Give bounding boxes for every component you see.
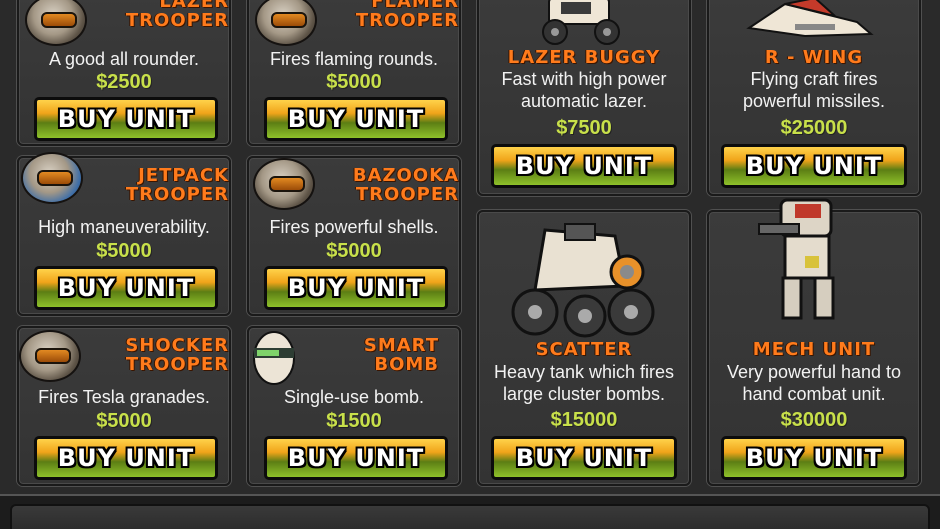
unit-price: $5000 — [326, 240, 382, 262]
unit-price: $30000 — [780, 409, 848, 431]
lazer-buggy-icon — [542, 0, 620, 45]
unit-title-line1: SHOCKER — [125, 335, 229, 356]
r-wing-icon — [746, 0, 874, 38]
unit-title: SMART BOMB — [319, 336, 439, 374]
unit-card-lazer-trooper: LAZER TROOPER A good all rounder. $2500 … — [17, 0, 231, 146]
unit-title-line1: BAZOOKA — [352, 165, 459, 186]
unit-title-line1: SMART — [363, 335, 439, 356]
unit-price: $5000 — [96, 240, 152, 262]
unit-description-line2: large cluster bombs. — [502, 384, 666, 404]
unit-card-shocker-trooper: SHOCKER TROOPER Fires Tesla granades. $5… — [17, 326, 231, 486]
unit-description-line1: Very powerful hand to — [726, 362, 902, 382]
unit-price: $7500 — [556, 117, 612, 139]
unit-description: Heavy tank which fires large cluster bom… — [479, 361, 689, 405]
buy-unit-button[interactable]: BUY UNIT — [491, 436, 677, 480]
buy-unit-button[interactable]: BUY UNIT — [721, 144, 907, 188]
unit-title: R - WING — [764, 47, 864, 68]
unit-title: MECH UNIT — [752, 339, 876, 360]
unit-card-bazooka-trooper: BAZOOKA TROOPER Fires powerful shells. $… — [247, 156, 461, 316]
unit-shop: LAZER TROOPER A good all rounder. $2500 … — [0, 0, 940, 529]
buy-unit-button[interactable]: BUY UNIT — [34, 97, 218, 141]
lazer-trooper-portrait — [25, 0, 87, 46]
unit-price: $15000 — [550, 409, 618, 431]
buy-unit-button[interactable]: BUY UNIT — [34, 436, 218, 480]
buy-unit-button[interactable]: BUY UNIT — [264, 436, 448, 480]
unit-title: SCATTER — [535, 339, 633, 360]
unit-title-line2: BOMB — [374, 354, 439, 375]
unit-description: A good all rounder. — [48, 49, 200, 69]
shocker-trooper-portrait — [19, 330, 81, 382]
unit-card-flamer-trooper: FLAMER TROOPER Fires flaming rounds. $50… — [247, 0, 461, 146]
unit-description: Fast with high power automatic lazer. — [479, 68, 689, 112]
unit-card-mech-unit: MECH UNIT Very powerful hand to hand com… — [707, 198, 921, 486]
unit-title: LAZER TROOPER — [89, 0, 229, 30]
unit-description-line1: Heavy tank which fires — [493, 362, 675, 382]
unit-description: High maneuverability. — [38, 217, 210, 237]
buy-unit-button[interactable]: BUY UNIT — [34, 266, 218, 310]
unit-title-line2: TROOPER — [125, 10, 229, 31]
unit-description: Single-use bomb. — [283, 387, 425, 407]
unit-title: JETPACK TROOPER — [89, 166, 229, 204]
unit-price: $25000 — [780, 117, 848, 139]
mech-unit-icon — [758, 198, 835, 320]
buy-unit-button[interactable]: BUY UNIT — [721, 436, 907, 480]
unit-card-r-wing: R - WING Flying craft fires powerful mis… — [707, 0, 921, 196]
jetpack-trooper-portrait — [21, 152, 83, 204]
smart-bomb-icon — [253, 331, 295, 385]
buy-unit-button[interactable]: BUY UNIT — [264, 266, 448, 310]
unit-description-line2: hand combat unit. — [742, 384, 886, 404]
unit-description-line2: powerful missiles. — [742, 91, 886, 111]
unit-title: BAZOOKA TROOPER — [319, 166, 459, 204]
unit-title-line2: TROOPER — [125, 184, 229, 205]
unit-description: Fires flaming rounds. — [269, 49, 439, 69]
buy-unit-button[interactable]: BUY UNIT — [264, 97, 448, 141]
scatter-tank-icon — [511, 223, 655, 338]
unit-price: $5000 — [326, 71, 382, 93]
unit-description: Flying craft fires powerful missiles. — [709, 68, 919, 112]
unit-card-smart-bomb: SMART BOMB Single-use bomb. $1500 BUY UN… — [247, 326, 461, 486]
unit-description-line2: automatic lazer. — [520, 91, 648, 111]
buy-unit-button[interactable]: BUY UNIT — [491, 144, 677, 188]
unit-price: $1500 — [326, 410, 382, 432]
unit-title-line1: JETPACK — [138, 165, 229, 186]
unit-description-line1: Flying craft fires — [750, 69, 878, 89]
unit-title: LAZER BUGGY — [507, 47, 661, 68]
unit-description: Fires powerful shells. — [269, 217, 439, 237]
unit-card-jetpack-trooper: JETPACK TROOPER High maneuverability. $5… — [17, 152, 231, 316]
flamer-trooper-portrait — [255, 0, 317, 46]
unit-description: Very powerful hand to hand combat unit. — [709, 361, 919, 405]
unit-title-line2: TROOPER — [125, 354, 229, 375]
unit-card-lazer-buggy: LAZER BUGGY Fast with high power automat… — [477, 0, 691, 196]
unit-price: $2500 — [96, 71, 152, 93]
unit-description: Fires Tesla granades. — [38, 387, 210, 407]
unit-title: FLAMER TROOPER — [319, 0, 459, 30]
unit-title: SHOCKER TROOPER — [89, 336, 229, 374]
unit-description-line1: Fast with high power — [501, 69, 667, 89]
unit-title-line2: TROOPER — [355, 184, 459, 205]
bottom-panel-frame — [10, 504, 930, 529]
bottom-panel — [0, 494, 940, 529]
unit-card-scatter: SCATTER Heavy tank which fires large clu… — [477, 210, 691, 486]
unit-title-line2: TROOPER — [355, 10, 459, 31]
unit-price: $5000 — [96, 410, 152, 432]
bazooka-trooper-portrait — [253, 158, 315, 210]
